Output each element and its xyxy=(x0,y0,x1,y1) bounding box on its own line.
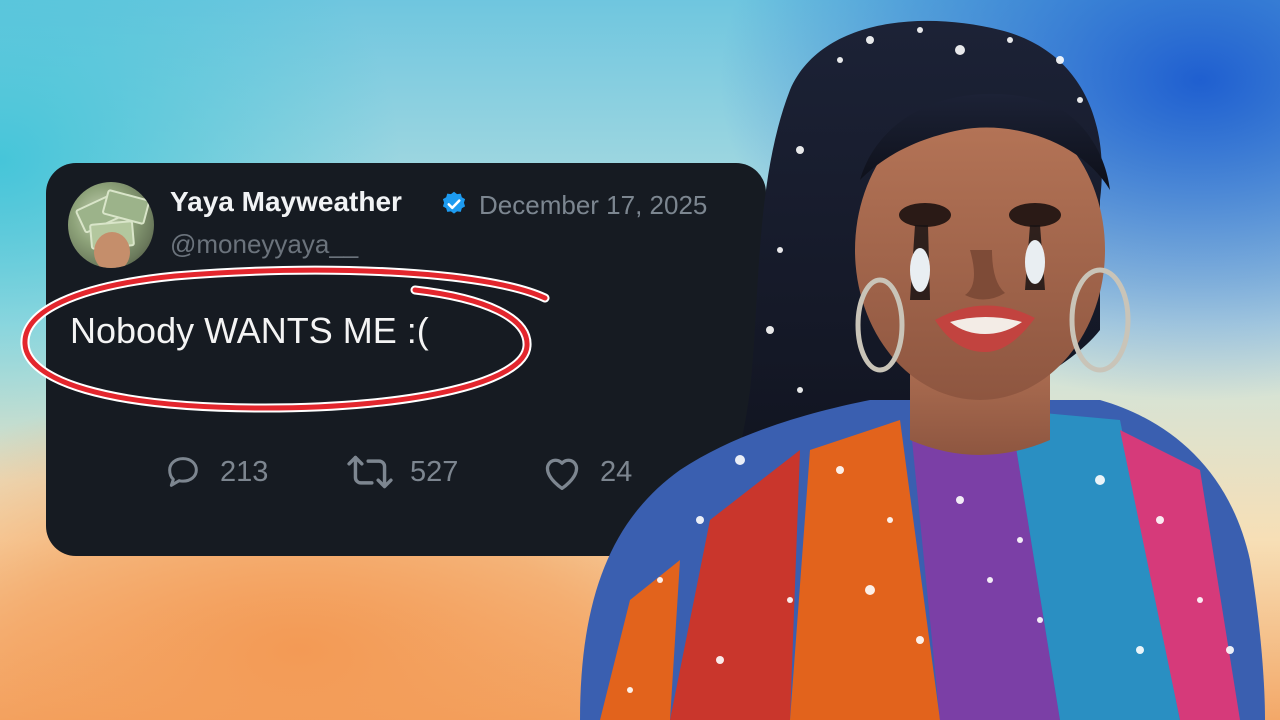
retweet-icon xyxy=(347,455,393,489)
avatar[interactable] xyxy=(68,182,154,268)
author-handle[interactable]: @moneyyaya__ xyxy=(170,229,358,260)
retweet-button[interactable]: 527 xyxy=(346,452,458,492)
reply-button[interactable]: 213 xyxy=(162,452,268,492)
reply-count: 213 xyxy=(220,455,269,488)
reply-icon xyxy=(168,457,198,487)
verified-badge-icon xyxy=(442,191,466,214)
retweet-count: 527 xyxy=(410,455,459,488)
tweet-text: Nobody WANTS ME :( xyxy=(70,310,429,351)
author-name[interactable]: Yaya Mayweather xyxy=(170,186,402,218)
crying-person-image xyxy=(580,20,1265,720)
